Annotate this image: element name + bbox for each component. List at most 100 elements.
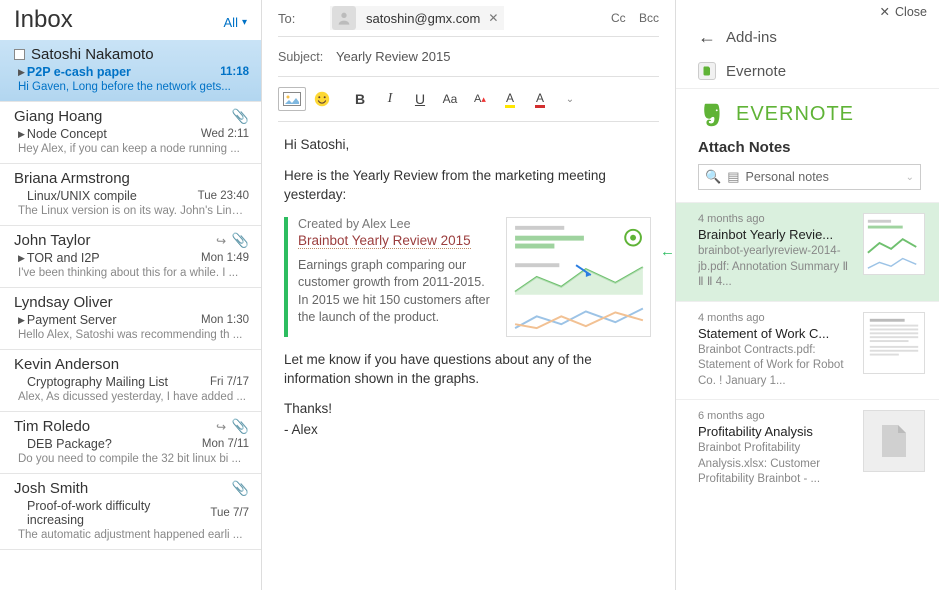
mail-sender: Satoshi Nakamoto (31, 46, 249, 63)
expand-icon[interactable]: ▶ (18, 253, 25, 264)
expand-icon[interactable]: ▶ (18, 67, 25, 78)
mail-time: Mon 1:30 (201, 314, 249, 326)
mail-subject: Proof-of-work difficulty increasing (27, 499, 210, 527)
attachment-icon: 📎 (232, 418, 249, 435)
attachment-icon: 📎 (232, 108, 249, 125)
addin-panel: ✕ Close ← Add-ins Evernote EVERNOTE Atta… (676, 0, 939, 590)
evernote-brand-text: EVERNOTE (736, 103, 854, 126)
insert-arrow-icon: ← (660, 243, 675, 260)
file-icon (863, 410, 925, 472)
body-greeting: Hi Satoshi, (284, 136, 651, 155)
mail-checkbox[interactable] (14, 49, 25, 60)
mail-time: Fri 7/17 (210, 376, 249, 388)
reply-icon: ↩ (216, 420, 226, 434)
mail-preview: Hi Gaven, Long before the network gets..… (14, 81, 249, 93)
subject-row: Subject: Yearly Review 2015 (278, 37, 659, 77)
subject-input[interactable]: Yearly Review 2015 (336, 49, 450, 64)
subject-label: Subject: (278, 50, 336, 64)
compose-body[interactable]: Hi Satoshi, Here is the Yearly Review fr… (278, 122, 659, 440)
mail-item[interactable]: Satoshi Nakamoto ▶P2P e-cash paper11:18 Hi… (0, 40, 261, 102)
inserted-note: Created by Alex Lee Brainbot Yearly Revi… (284, 217, 651, 337)
note-title[interactable]: Brainbot Yearly Review 2015 (298, 233, 471, 249)
note-list: ←4 months agoBrainbot Yearly Revie...bra… (676, 202, 939, 498)
bold-button[interactable]: B (346, 87, 374, 111)
mail-subject: Node Concept (27, 127, 201, 141)
note-card[interactable]: ←4 months agoBrainbot Yearly Revie...bra… (676, 202, 939, 301)
inbox-filter-label: All (224, 15, 238, 30)
expand-icon[interactable]: ▶ (18, 315, 25, 326)
evernote-small-icon (698, 62, 716, 80)
mail-subject: Payment Server (27, 313, 201, 327)
inbox-title: Inbox (14, 6, 73, 34)
reply-icon: ↩ (216, 234, 226, 248)
attach-notes-title: Attach Notes (676, 135, 939, 164)
mail-time: Wed 2:11 (201, 128, 249, 140)
mail-sender: John Taylor (14, 232, 216, 249)
format-toolbar: B I U Aa A▴ A A ⌄ (278, 77, 659, 122)
chevron-down-icon: ⌄ (906, 172, 914, 183)
underline-button[interactable]: U (406, 87, 434, 111)
evernote-nav[interactable]: Evernote (676, 54, 939, 89)
superscript-button[interactable]: A▴ (466, 87, 494, 111)
font-color-button[interactable]: A (526, 87, 554, 111)
emoji-button[interactable] (308, 87, 336, 111)
expand-icon[interactable]: ▶ (18, 129, 25, 140)
compose-pane: To: satoshin@gmx.com ✕ Cc Bcc Subject: Y… (262, 0, 676, 590)
close-icon: ✕ (880, 4, 890, 19)
mail-item[interactable]: Briana ArmstrongLinux/UNIX compileTue 23… (0, 164, 261, 226)
note-thumbnail (863, 312, 925, 374)
addins-nav[interactable]: ← Add-ins (676, 23, 939, 54)
inbox-filter[interactable]: All ▾ (224, 15, 247, 30)
mail-item[interactable]: Tim Roledo↩📎DEB Package?Mon 7/11Do you n… (0, 412, 261, 474)
highlight-button[interactable]: A (496, 87, 524, 111)
note-thumbnail (506, 217, 651, 337)
note-title: Statement of Work C... (698, 326, 853, 341)
mail-time: Tue 7/7 (210, 507, 249, 519)
font-size-button[interactable]: Aa (436, 87, 464, 111)
body-signature: - Alex (284, 421, 651, 440)
mail-time: Mon 1:49 (201, 252, 249, 264)
insert-image-button[interactable] (278, 87, 306, 111)
note-subtitle: Brainbot Contracts.pdf: Statement of Wor… (698, 343, 853, 390)
mail-sender: Josh Smith (14, 480, 232, 497)
mail-preview: Hey Alex, if you can keep a node running… (14, 143, 249, 155)
bcc-button[interactable]: Bcc (639, 11, 659, 25)
mail-sender: Kevin Anderson (14, 356, 249, 373)
mail-item[interactable]: Josh Smith📎 Proof-of-work difficulty incr… (0, 474, 261, 550)
to-label: To: (278, 11, 330, 26)
note-card[interactable]: 6 months agoProfitability AnalysisBrainb… (676, 399, 939, 498)
mail-item[interactable]: Giang Hoang📎▶Node ConceptWed 2:11Hey Ale… (0, 102, 261, 164)
note-thumbnail (863, 213, 925, 275)
mail-time: 11:18 (220, 66, 249, 78)
close-panel-button[interactable]: ✕ Close (868, 0, 939, 23)
mail-time: Mon 7/11 (202, 438, 249, 450)
inbox-pane: Inbox All ▾ Satoshi Nakamoto▶P2P e-cash … (0, 0, 262, 590)
cc-bcc: Cc Bcc (601, 11, 659, 25)
notebook-icon: ▤ (727, 169, 739, 185)
mail-item[interactable]: John Taylor↩📎▶TOR and I2PMon 1:49I've be… (0, 226, 261, 288)
notebook-picker[interactable]: 🔍 ▤ Personal notes ⌄ (698, 164, 921, 190)
mail-sender: Tim Roledo (14, 418, 216, 435)
evernote-elephant-icon (698, 99, 728, 129)
mail-item[interactable]: Kevin Anderson Cryptography Mailing ListF… (0, 350, 261, 412)
mail-subject: Cryptography Mailing List (27, 375, 210, 389)
recipient-chip[interactable]: satoshin@gmx.com ✕ (330, 6, 504, 30)
note-card[interactable]: 4 months agoStatement of Work C...Brainb… (676, 301, 939, 400)
recipient-email: satoshin@gmx.com (362, 9, 484, 28)
remove-recipient-icon[interactable]: ✕ (484, 11, 502, 25)
mail-subject: P2P e-cash paper (27, 65, 220, 79)
back-arrow-icon[interactable]: ← (698, 27, 716, 48)
mail-item[interactable]: Lyndsay Oliver▶Payment ServerMon 1:30Hel… (0, 288, 261, 350)
note-time: 6 months ago (698, 410, 853, 422)
mail-preview: The Linux version is on its way. John's … (14, 205, 249, 217)
cc-button[interactable]: Cc (611, 11, 626, 25)
mail-preview: Do you need to compile the 32 bit linux … (14, 453, 249, 465)
italic-button[interactable]: I (376, 87, 404, 111)
search-icon: 🔍 (705, 169, 721, 185)
body-closing: Let me know if you have questions about … (284, 351, 651, 389)
person-icon (332, 6, 356, 30)
attachment-icon: 📎 (232, 480, 249, 497)
note-description: Earnings graph comparing our customer gr… (298, 257, 498, 327)
inbox-header: Inbox All ▾ (0, 0, 261, 40)
more-format-button[interactable]: ⌄ (556, 87, 584, 111)
